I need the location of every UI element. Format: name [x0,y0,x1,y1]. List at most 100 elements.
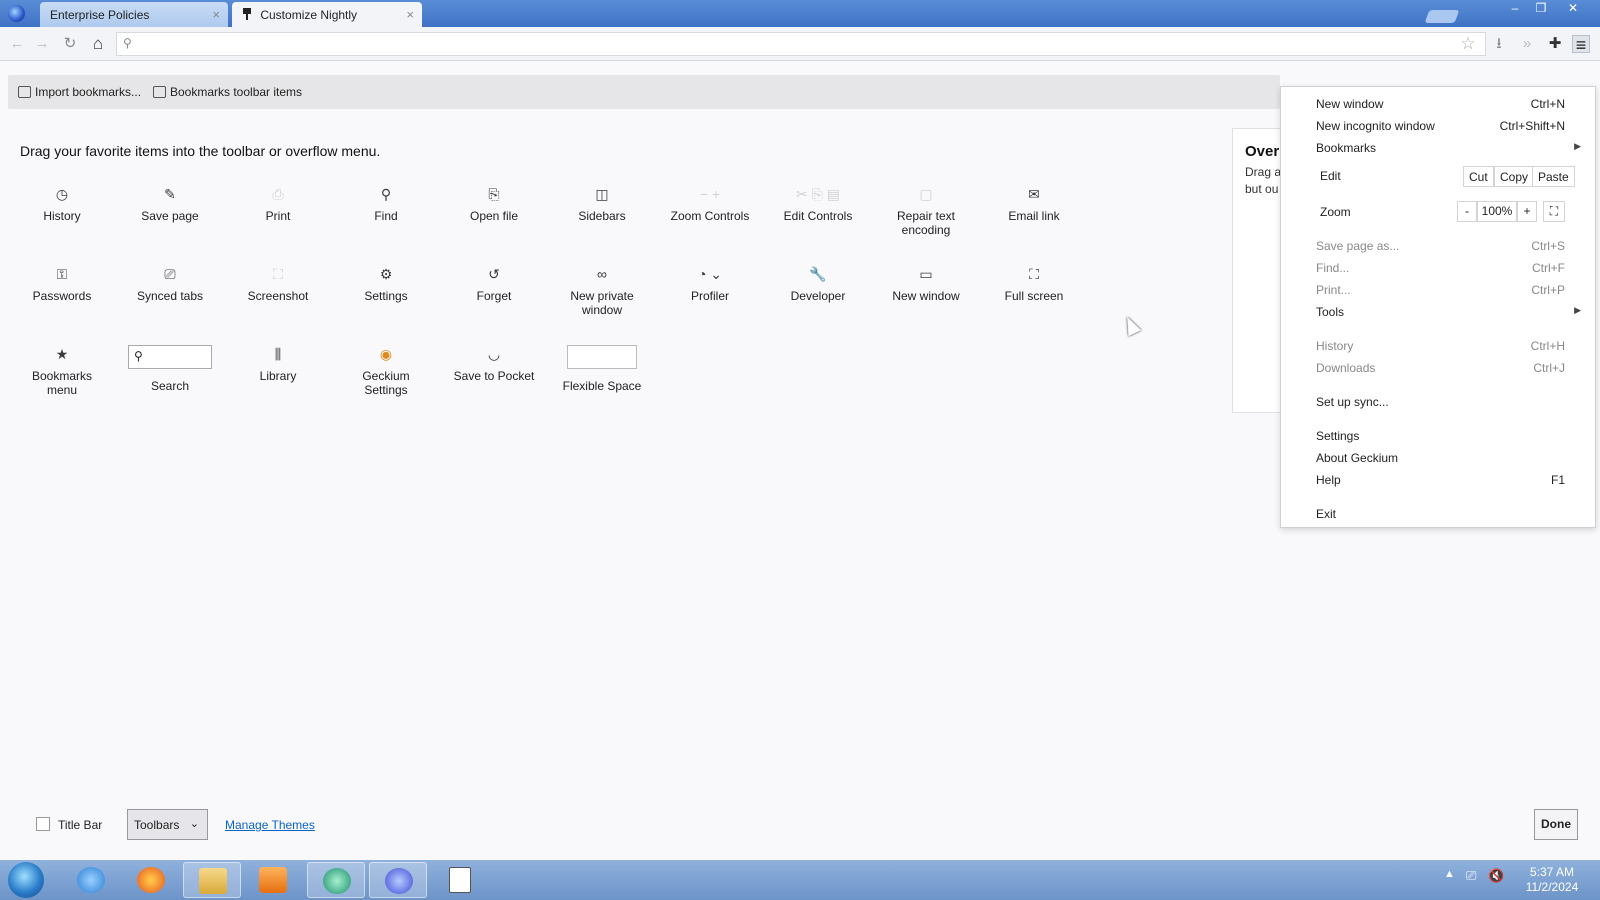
zoom-in-button[interactable]: + [1517,201,1537,222]
palette-label: Profiler [690,289,729,303]
palette-bookmarks-menu[interactable]: ★ Bookmarks menu [10,345,114,397]
palette-full-screen[interactable]: ⛶ Full screen [982,265,1086,303]
menu-item-downloads[interactable]: Downloads Ctrl+J [1316,361,1565,375]
menu-item-new-window[interactable]: New window Ctrl+N [1316,97,1565,111]
palette-label: Repair text encoding [896,209,956,237]
taskbar-file-explorer[interactable] [183,862,241,898]
palette-synced-tabs[interactable]: ⎚ Synced tabs [118,265,222,303]
download-icon[interactable]: ⭳ [1490,35,1508,53]
palette-zoom-controls[interactable]: − + Zoom Controls [658,185,762,223]
menu-item-settings[interactable]: Settings [1316,429,1565,443]
palette-sidebars[interactable]: ◫ Sidebars [550,185,654,223]
palette-label: Zoom Controls [670,209,750,223]
palette-label: Screenshot [247,289,309,303]
menu-item-find[interactable]: Find... Ctrl+F [1316,261,1565,275]
forward-arrow-icon[interactable]: → [33,35,51,53]
done-button[interactable]: Done [1534,809,1578,840]
palette-label: Save page [141,209,199,223]
palette-save-to-pocket[interactable]: ◡ Save to Pocket [442,345,546,383]
taskbar-firefox[interactable] [122,862,180,898]
palette-new-window[interactable]: ▭ New window [874,265,978,303]
import-bookmarks-button[interactable]: Import bookmarks... [18,85,141,99]
taskbar-internet-explorer[interactable] [62,862,120,898]
overflow-chevron-icon[interactable]: » [1518,35,1536,53]
bookmarks-toolbar-items[interactable]: Bookmarks toolbar items [153,85,302,99]
network-icon[interactable]: ⎚ [1466,868,1476,884]
tab-title: Customize Nightly [260,8,358,22]
palette-find[interactable]: ⚲ Find [334,185,438,223]
system-clock[interactable]: 5:37 AM 11/2/2024 [1520,865,1584,895]
back-arrow-icon[interactable]: ← [8,35,26,53]
bookmarks-toolbar-items-label: Bookmarks toolbar items [170,85,303,99]
palette-passwords[interactable]: ⚿ Passwords [10,265,114,303]
palette-repair-text-encoding[interactable]: ▢ Repair text encoding [874,185,978,237]
palette-geckium-settings[interactable]: ◉ Geckium Settings [334,345,438,397]
menu-item-set-up-sync[interactable]: Set up sync... [1316,395,1565,409]
submenu-arrow-icon: ▶ [1574,141,1581,151]
palette-new-private-window[interactable]: ∞ New private window [550,265,654,317]
library-icon: ⫼ [274,346,282,362]
palette-save-page[interactable]: ✎ Save page [118,185,222,223]
reload-icon[interactable]: ↻ [61,35,79,53]
menu-item-bookmarks[interactable]: Bookmarks ▶ [1316,141,1581,155]
zoom-out-button[interactable]: - [1457,201,1477,222]
palette-library[interactable]: ⫼ Library [226,345,330,383]
palette-print[interactable]: ⎙ Print [226,185,330,223]
palette-screenshot[interactable]: ⛶ Screenshot [226,265,330,303]
taskbar-notepad[interactable] [431,862,489,898]
close-window-button[interactable]: ✕ [1560,0,1586,18]
paste-button[interactable]: Paste [1532,166,1575,187]
open-file-icon: ⎘ [488,186,500,202]
extensions-icon[interactable]: ✚ [1546,35,1564,53]
tab-customize-nightly[interactable]: Customize Nightly × [232,2,422,27]
tray-overflow-icon[interactable]: ▲ [1444,868,1455,880]
menu-item-print[interactable]: Print... Ctrl+P [1316,283,1565,297]
start-button[interactable] [8,862,44,898]
menu-item-save-page-as[interactable]: Save page as... Ctrl+S [1316,239,1565,253]
minimize-button[interactable]: – [1502,0,1528,18]
palette-open-file[interactable]: ⎘ Open file [442,185,546,223]
menu-shortcut: Ctrl+Shift+N [1499,119,1565,133]
taskbar-media-player[interactable] [244,862,302,898]
manage-themes-link[interactable]: Manage Themes [225,818,315,832]
copy-button[interactable]: Copy [1494,166,1535,187]
restore-button[interactable]: ❐ [1528,0,1554,18]
menu-item-exit[interactable]: Exit [1316,507,1565,521]
menu-item-about-geckium[interactable]: About Geckium [1316,451,1565,465]
app-menu-button[interactable]: ≡ [1572,35,1590,54]
menu-item-help[interactable]: Help F1 [1316,473,1565,487]
menu-shortcut: Ctrl+H [1530,339,1565,353]
cut-button[interactable]: Cut [1463,166,1494,187]
palette-flexible-space[interactable]: Flexible Space [550,345,654,393]
toolbars-dropdown[interactable]: Toolbars ⌄ [127,809,208,840]
palette-forget[interactable]: ↺ Forget [442,265,546,303]
menu-item-history[interactable]: History Ctrl+H [1316,339,1565,353]
url-input[interactable] [141,35,1441,53]
palette-history[interactable]: ◷ History [10,185,114,223]
new-tab-button[interactable] [1424,10,1460,23]
palette-search[interactable]: ⚲ Search [118,345,222,393]
bookmark-star-icon[interactable]: ☆ [1459,35,1477,53]
nightly-icon [385,868,413,894]
palette-edit-controls[interactable]: ✂ ⎘ ▤ Edit Controls [766,185,870,223]
tab-enterprise-policies[interactable]: Enterprise Policies × [40,2,228,27]
tab-close-icon[interactable]: × [212,7,220,22]
taskbar-geckium[interactable] [307,862,365,898]
home-icon[interactable]: ⌂ [89,35,107,53]
palette-profiler[interactable]: ◔ ⌄ Profiler [658,265,762,303]
palette-email-link[interactable]: ✉ Email link [982,185,1086,223]
url-bar[interactable]: ⚲ [116,32,1486,56]
menu-item-new-incognito-window[interactable]: New incognito window Ctrl+Shift+N [1316,119,1565,133]
fullscreen-icon[interactable]: ⛶ [1543,201,1565,222]
palette-developer[interactable]: 🔧 Developer [766,265,870,303]
menu-label: Bookmarks [1316,141,1377,155]
palette-label: History [43,209,81,223]
title-bar-checkbox[interactable] [36,817,50,831]
tab-close-icon[interactable]: × [406,7,414,22]
menu-label: Help [1316,473,1341,487]
palette-settings[interactable]: ⚙ Settings [334,265,438,303]
taskbar-nightly[interactable] [369,862,427,898]
menu-item-tools[interactable]: Tools ▶ [1316,305,1581,319]
media-player-icon [259,867,287,893]
volume-muted-icon[interactable]: 🔇 [1488,868,1504,884]
